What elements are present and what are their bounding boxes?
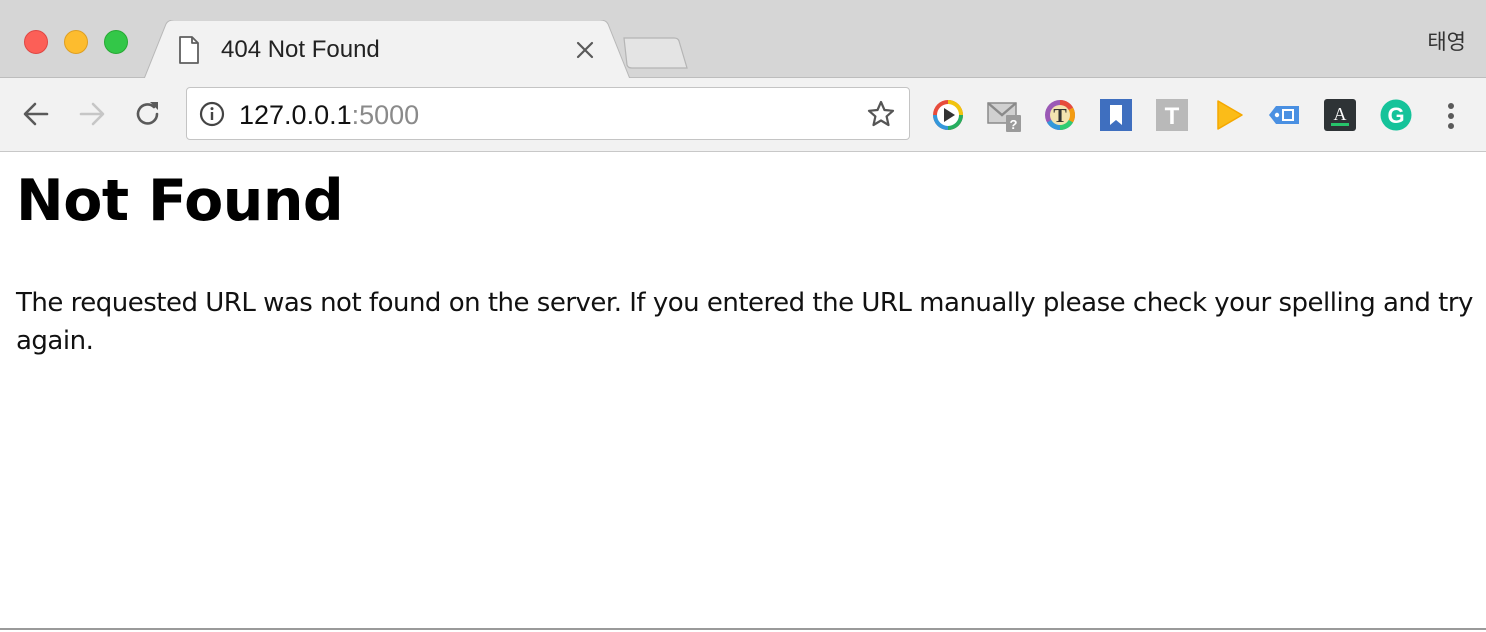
rainbow-t-extension-icon[interactable]: T bbox=[1043, 98, 1077, 132]
address-bar[interactable]: 127.0.0.1:5000 bbox=[186, 87, 910, 140]
gmail-checker-extension-icon[interactable]: ? bbox=[987, 98, 1021, 132]
mail-badge: ? bbox=[1010, 117, 1018, 132]
reload-icon[interactable] bbox=[132, 98, 164, 130]
new-tab-button[interactable] bbox=[618, 36, 690, 70]
back-arrow-icon[interactable] bbox=[20, 98, 52, 130]
font-a-label: A bbox=[1334, 104, 1347, 124]
bookmark-extension-icon[interactable] bbox=[1099, 98, 1133, 132]
rainbow-circle-icon: T bbox=[1045, 100, 1076, 130]
grammarly-g-label: G bbox=[1387, 103, 1404, 128]
grammarly-extension-icon[interactable]: G bbox=[1379, 98, 1413, 132]
green-circle-icon: G bbox=[1380, 99, 1412, 131]
page-heading: Not Found bbox=[16, 168, 344, 234]
play-extension-icon[interactable] bbox=[1211, 98, 1245, 132]
info-icon[interactable] bbox=[199, 101, 225, 127]
tab-background bbox=[144, 20, 630, 79]
grey-t-extension-icon[interactable]: T bbox=[1155, 98, 1189, 132]
dark-square-icon: A bbox=[1324, 99, 1356, 131]
grey-square-icon: T bbox=[1156, 99, 1188, 131]
tab-strip: 404 Not Found 태영 bbox=[0, 0, 1486, 79]
error-message: The requested URL was not found on the s… bbox=[16, 288, 1473, 356]
tag-extension-icon[interactable] bbox=[1267, 98, 1301, 132]
grey-t-label: T bbox=[1165, 103, 1180, 130]
font-extension-icon[interactable]: A bbox=[1323, 98, 1357, 132]
window-close-button[interactable] bbox=[24, 30, 48, 54]
mail-icon: ? bbox=[987, 102, 1021, 132]
bookmark-star-icon[interactable] bbox=[866, 99, 896, 129]
close-tab-icon[interactable] bbox=[572, 37, 598, 63]
document-icon bbox=[179, 36, 199, 64]
tab-404-not-found[interactable]: 404 Not Found bbox=[144, 20, 630, 79]
page-content: Not Found The requested URL was not foun… bbox=[0, 152, 1486, 630]
rainbow-t-label: T bbox=[1053, 105, 1067, 127]
browser-window: 404 Not Found 태영 127.0.0.1:5000 ? T T A … bbox=[0, 0, 1486, 632]
media-player-extension-icon[interactable] bbox=[931, 98, 965, 132]
window-minimize-button[interactable] bbox=[64, 30, 88, 54]
url-port: :5000 bbox=[351, 100, 420, 130]
window-maximize-button[interactable] bbox=[104, 30, 128, 54]
url-text[interactable]: 127.0.0.1:5000 bbox=[239, 100, 419, 130]
more-menu-icon[interactable] bbox=[1441, 100, 1461, 132]
url-host: 127.0.0.1 bbox=[239, 100, 352, 130]
tab-title: 404 Not Found bbox=[221, 36, 380, 63]
forward-arrow-icon[interactable] bbox=[76, 98, 108, 130]
browser-toolbar: 127.0.0.1:5000 ? T T A G bbox=[0, 78, 1486, 152]
profile-name[interactable]: 태영 bbox=[1427, 30, 1466, 56]
